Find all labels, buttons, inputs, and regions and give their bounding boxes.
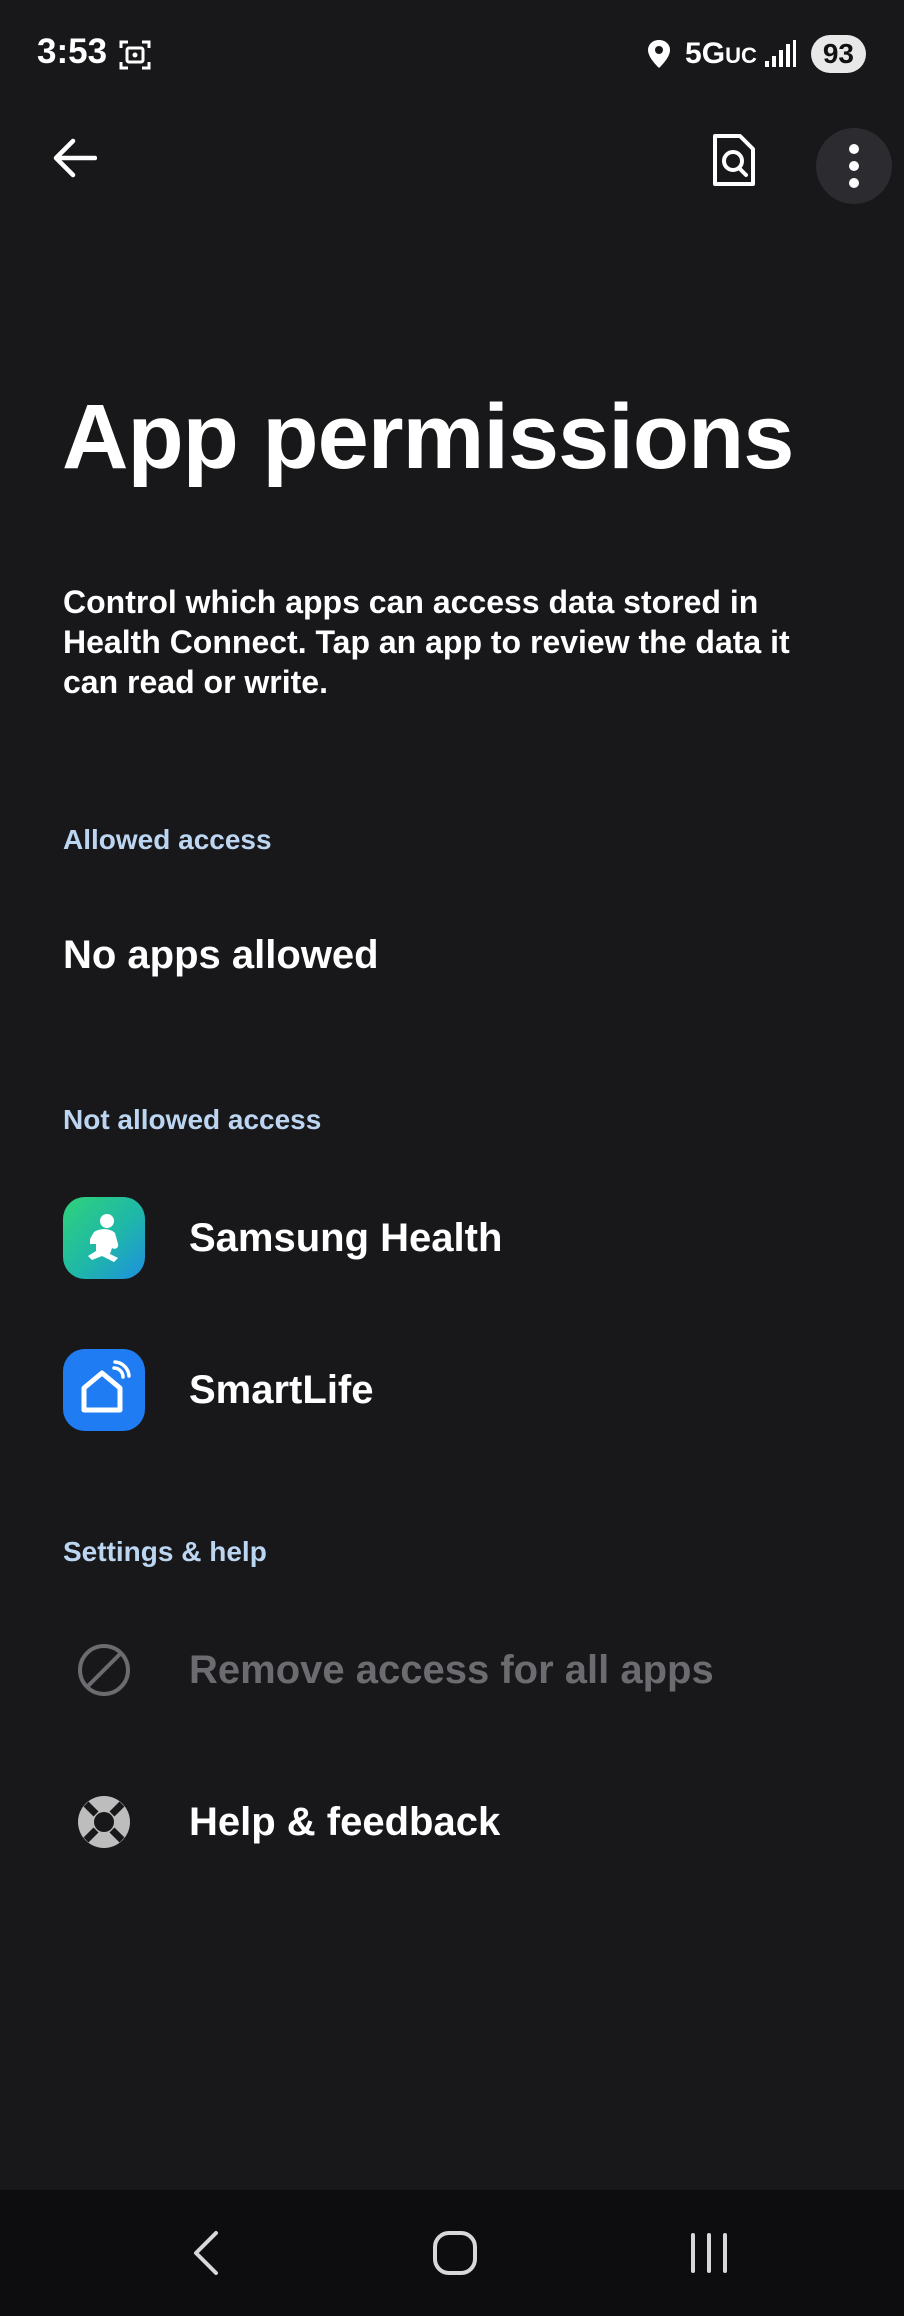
page-description: Control which apps can access data store… [63,584,790,700]
samsung-health-icon [63,1197,145,1279]
app-item-smartlife[interactable]: SmartLife [0,1330,904,1450]
location-icon [648,40,671,68]
document-search-icon [713,134,755,186]
status-icons: 5GUC 93 [645,34,866,74]
help-lifebuoy-icon [78,1796,130,1848]
battery-indicator: 93 [810,35,866,73]
back-button[interactable] [36,120,112,196]
remove-access-all-apps-item[interactable]: Remove access for all apps [0,1610,904,1730]
app-permissions-screen: 3:53 5GUC 93 App permissions Control whi… [0,0,904,2316]
status-time: 3:53 [37,32,108,71]
block-icon-wrap [63,1629,145,1711]
app-name-samsung-health: Samsung Health [189,1215,503,1260]
not-allowed-access-header: Not allowed access [63,1104,322,1135]
screenshot-icon [119,40,151,70]
nav-home-button[interactable] [410,2216,500,2290]
help-icon-wrap [63,1781,145,1863]
no-apps-allowed-text: No apps allowed [63,933,379,977]
settings-help-header: Settings & help [63,1536,267,1567]
more-vertical-icon [849,144,859,188]
block-icon [78,1644,130,1696]
help-feedback-label: Help & feedback [189,1799,501,1844]
smartlife-icon-wrap [63,1349,145,1431]
samsung-health-icon-wrap [63,1197,145,1279]
remove-access-label: Remove access for all apps [189,1647,714,1692]
smartlife-icon [63,1349,145,1431]
help-feedback-item[interactable]: Help & feedback [0,1762,904,1882]
nav-back-icon [194,2231,218,2275]
nav-recents-icon [691,2233,727,2273]
nav-back-button[interactable] [160,2216,250,2290]
signal-icon [764,40,796,67]
more-options-button[interactable] [816,128,892,204]
navigation-bar [0,2190,904,2316]
status-bar: 3:53 5GUC 93 [0,0,904,110]
allowed-access-header: Allowed access [63,824,272,855]
page-title: App permissions [62,386,794,488]
app-name-smartlife: SmartLife [189,1367,374,1412]
network-indicator: 5GUC [685,37,757,70]
nav-home-icon [433,2231,477,2275]
search-document-button[interactable] [694,120,774,200]
app-item-samsung-health[interactable]: Samsung Health [0,1178,904,1298]
arrow-back-icon [53,138,97,178]
nav-recents-button[interactable] [664,2216,754,2290]
